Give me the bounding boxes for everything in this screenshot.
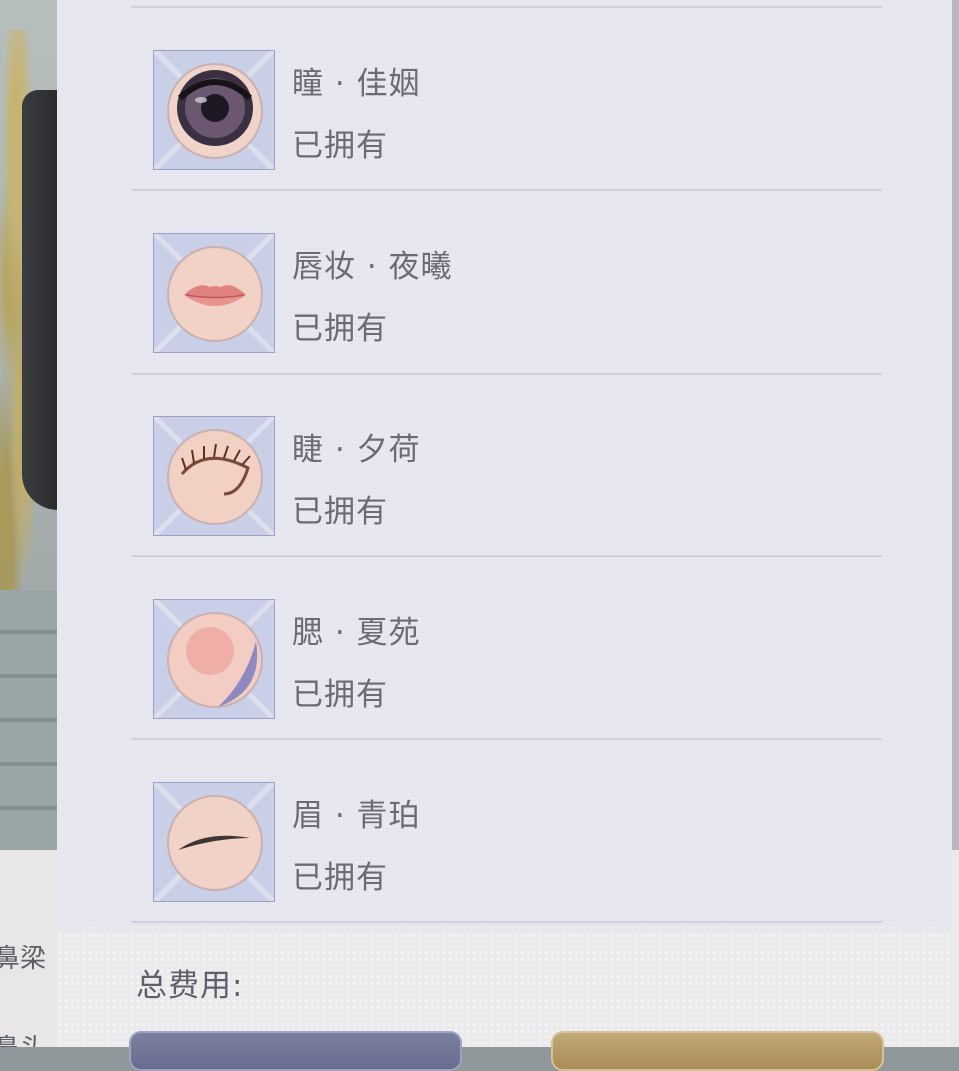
list-item-pupil[interactable]: 瞳 · 佳姻 已拥有	[131, 50, 882, 232]
scene-steps	[0, 590, 58, 850]
scene-right-edge-lower	[952, 850, 959, 1047]
item-name: 眉 · 青珀	[292, 798, 421, 834]
eyelash-icon	[167, 429, 263, 525]
total-cost-label: 总费用:	[136, 968, 244, 1004]
row-divider	[131, 6, 882, 8]
item-thumbnail	[153, 416, 275, 536]
item-thumbnail	[153, 50, 275, 170]
side-label-nose-bridge[interactable]: 鼻梁	[0, 938, 46, 975]
item-status: 已拥有	[292, 311, 388, 347]
eyebrow-icon	[167, 795, 263, 891]
list-item-blush[interactable]: 腮 · 夏苑 已拥有	[131, 599, 882, 781]
row-divider	[131, 738, 882, 740]
eye-pupil-icon	[167, 63, 263, 159]
row-divider	[131, 373, 882, 375]
item-status: 已拥有	[292, 494, 388, 530]
blush-icon	[167, 612, 263, 708]
item-name: 睫 · 夕荷	[292, 432, 421, 468]
list-item-lipstick[interactable]: 唇妆 · 夜曦 已拥有	[131, 233, 882, 415]
item-name: 腮 · 夏苑	[292, 615, 421, 651]
side-settings-panel: 鼻梁 鼻头	[0, 850, 60, 1047]
confirm-button[interactable]	[551, 1031, 884, 1071]
row-divider	[131, 921, 882, 923]
lips-icon	[167, 246, 263, 342]
list-item-eyelash[interactable]: 睫 · 夕荷 已拥有	[131, 416, 882, 598]
item-thumbnail	[153, 233, 275, 353]
item-thumbnail	[153, 782, 275, 902]
item-thumbnail	[153, 599, 275, 719]
row-divider	[131, 555, 882, 557]
item-name: 唇妆 · 夜曦	[292, 249, 453, 285]
side-label-nose-tip[interactable]: 鼻头	[0, 1028, 46, 1047]
item-status: 已拥有	[292, 128, 388, 164]
item-status: 已拥有	[292, 860, 388, 896]
character-hair	[22, 90, 58, 510]
item-status: 已拥有	[292, 677, 388, 713]
item-name: 瞳 · 佳姻	[292, 66, 421, 102]
cancel-button[interactable]	[129, 1031, 462, 1071]
row-divider	[131, 189, 882, 191]
